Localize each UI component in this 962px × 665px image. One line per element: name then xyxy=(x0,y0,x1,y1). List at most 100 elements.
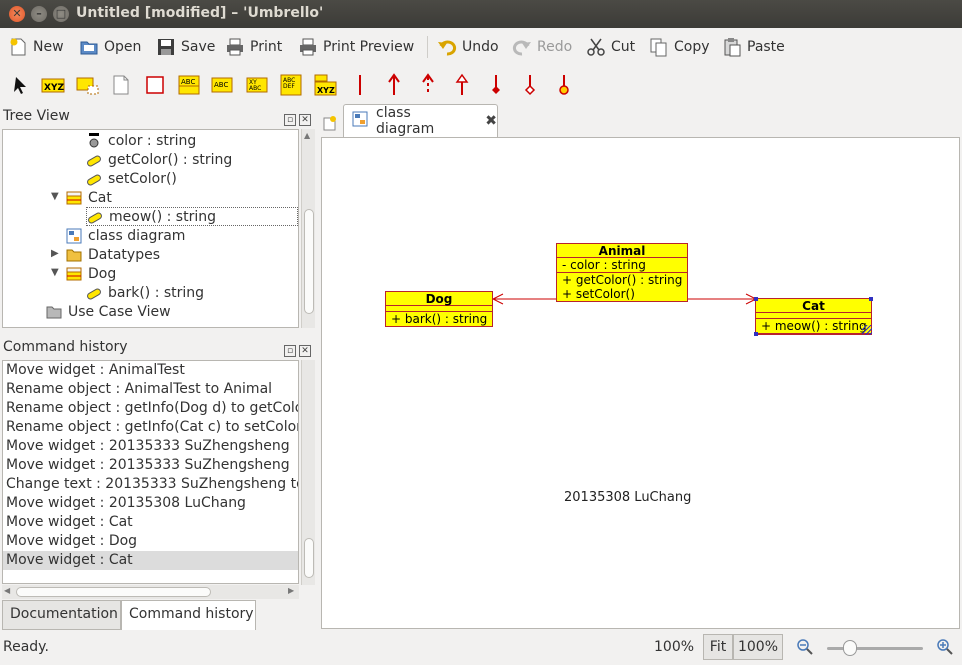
aggregation-tool[interactable] xyxy=(517,72,543,98)
tree-item-dog[interactable]: Dog xyxy=(66,264,116,283)
tree-item[interactable]: bark() : string xyxy=(86,283,204,302)
resize-handle[interactable] xyxy=(862,325,872,335)
selection-handle[interactable] xyxy=(754,297,758,301)
tree-item-selected[interactable]: meow() : string xyxy=(86,207,298,226)
scrollbar-thumb[interactable] xyxy=(16,587,211,597)
generalization-arrow-icon xyxy=(455,73,469,95)
paste-icon xyxy=(722,37,742,57)
command-history-item[interactable]: Change text : 20135333 SuZhengsheng to 2… xyxy=(6,475,298,494)
command-history-item[interactable]: Rename object : getInfo(Dog d) to getCol… xyxy=(6,399,298,418)
selection-handle[interactable] xyxy=(869,297,873,301)
class-operation: + meow() : string xyxy=(756,319,871,334)
class-tool[interactable]: XYZ xyxy=(40,72,66,98)
dependency-tool[interactable] xyxy=(415,72,441,98)
zoom-slider-track[interactable] xyxy=(827,647,923,650)
open-button[interactable]: Open xyxy=(79,36,141,58)
scroll-right-icon[interactable]: ▶ xyxy=(288,586,294,595)
class-animal[interactable]: Animal - color : string + getColor() : s… xyxy=(556,243,688,302)
collapsed-arrow-icon[interactable]: ▶ xyxy=(51,248,59,259)
command-history-scrollbar[interactable] xyxy=(301,360,315,585)
close-tab-icon[interactable]: ✖ xyxy=(485,113,497,129)
containment-tool[interactable] xyxy=(551,72,577,98)
enum-icon: ABCDEF xyxy=(280,74,302,96)
zoom-out-icon[interactable] xyxy=(796,638,814,660)
tree-item[interactable]: color : string xyxy=(86,131,196,150)
tab-documentation[interactable]: Documentation xyxy=(2,600,121,630)
expand-arrow-icon[interactable]: ▼ xyxy=(51,191,59,202)
tree-view-scrollbar[interactable]: ▲ xyxy=(301,129,315,328)
interface-tool[interactable]: ABC xyxy=(209,72,235,98)
save-button[interactable]: Save xyxy=(156,36,215,58)
command-history-item[interactable]: Rename object : getInfo(Cat c) to setCol… xyxy=(6,418,298,437)
save-label: Save xyxy=(181,39,216,55)
float-icon[interactable]: ▫ xyxy=(284,114,296,126)
scroll-up-icon[interactable]: ▲ xyxy=(304,131,310,140)
tree-item[interactable]: setColor() xyxy=(86,169,177,188)
package-tool[interactable]: ABC xyxy=(176,72,202,98)
command-history-hscrollbar[interactable]: ◀ ▶ xyxy=(2,585,299,599)
zoom-100-button[interactable]: 100% xyxy=(733,634,783,660)
selection-handle[interactable] xyxy=(754,332,758,336)
scrollbar-thumb[interactable] xyxy=(304,209,314,314)
tree-item-cat[interactable]: Cat xyxy=(66,188,112,207)
generalization-tool[interactable] xyxy=(449,72,475,98)
tree-item-datatypes[interactable]: Datatypes xyxy=(66,245,160,264)
enum-tool[interactable]: ABC DEF xyxy=(278,72,304,98)
select-tool[interactable] xyxy=(8,72,34,98)
print-button[interactable]: Print xyxy=(225,36,282,58)
paste-button[interactable]: Paste xyxy=(722,36,785,58)
new-tab-icon[interactable] xyxy=(321,114,339,132)
containment-icon xyxy=(559,75,569,95)
command-history-item[interactable]: Move widget : 20135308 LuChang xyxy=(6,494,246,513)
new-button[interactable]: New xyxy=(8,36,64,58)
print-preview-button[interactable]: Print Preview xyxy=(298,36,414,58)
class-dog[interactable]: Dog + bark() : string xyxy=(385,291,493,327)
association-tool[interactable] xyxy=(347,72,373,98)
command-history-item[interactable]: Move widget : AnimalTest xyxy=(6,361,185,380)
tree-item-label: setColor() xyxy=(108,170,177,187)
tab-command-history[interactable]: Command history xyxy=(121,600,256,630)
command-history-item[interactable]: Rename object : AnimalTest to Animal xyxy=(6,380,272,399)
diagram-note-text[interactable]: 20135308 LuChang xyxy=(564,490,691,505)
zoom-in-icon[interactable] xyxy=(936,638,954,660)
template-class-tool[interactable] xyxy=(75,72,101,98)
scroll-left-icon[interactable]: ◀ xyxy=(4,586,10,595)
svg-text:XYZ: XYZ xyxy=(317,86,335,95)
window-close-button[interactable]: ✕ xyxy=(9,6,25,22)
tree-view[interactable]: color : string getColor() : string setCo… xyxy=(2,129,299,328)
class-attribute: - color : string xyxy=(557,258,687,273)
diagram-canvas[interactable]: Animal - color : string + getColor() : s… xyxy=(321,137,960,629)
command-history-item-selected[interactable]: Move widget : Cat xyxy=(3,551,298,570)
tab-class-diagram[interactable]: class diagram ✖ xyxy=(343,104,498,137)
copy-label: Copy xyxy=(674,39,710,55)
window-minimize-button[interactable]: – xyxy=(31,6,47,22)
float-icon[interactable]: ▫ xyxy=(284,345,296,357)
close-icon[interactable]: ✕ xyxy=(299,345,311,357)
zoom-slider-thumb[interactable] xyxy=(843,640,858,656)
tree-item-class-diagram[interactable]: class diagram xyxy=(66,226,185,245)
box-tool[interactable] xyxy=(142,72,168,98)
tree-item[interactable]: getColor() : string xyxy=(86,150,232,169)
window-maximize-button[interactable]: □ xyxy=(53,6,69,22)
copy-button[interactable]: Copy xyxy=(649,36,710,58)
class-cat[interactable]: Cat + meow() : string xyxy=(754,297,873,336)
directional-association-tool[interactable] xyxy=(381,72,407,98)
command-history-item[interactable]: Move widget : 20135333 SuZhengsheng xyxy=(6,456,290,475)
note-tool[interactable] xyxy=(108,72,134,98)
datatype-tool[interactable]: XY ABC xyxy=(244,72,270,98)
command-history-item[interactable]: Move widget : 20135333 SuZhengsheng xyxy=(6,437,290,456)
cut-button[interactable]: Cut xyxy=(586,36,635,58)
command-history-item[interactable]: Move widget : Cat xyxy=(6,513,133,532)
undo-button[interactable]: Undo xyxy=(437,36,499,58)
scrollbar-thumb[interactable] xyxy=(304,538,314,578)
redo-button[interactable]: Redo xyxy=(512,36,572,58)
tree-item-use-case-view[interactable]: Use Case View xyxy=(46,302,171,321)
fit-button[interactable]: Fit xyxy=(703,634,733,660)
command-history-item[interactable]: Move widget : Dog xyxy=(6,532,137,551)
expand-arrow-icon[interactable]: ▼ xyxy=(51,267,59,278)
attribute-icon xyxy=(86,132,102,149)
entity-tool[interactable]: XYZ xyxy=(312,72,338,98)
command-history-list[interactable]: Move widget : AnimalTest Rename object :… xyxy=(2,360,299,584)
close-icon[interactable]: ✕ xyxy=(299,114,311,126)
composition-tool[interactable] xyxy=(483,72,509,98)
